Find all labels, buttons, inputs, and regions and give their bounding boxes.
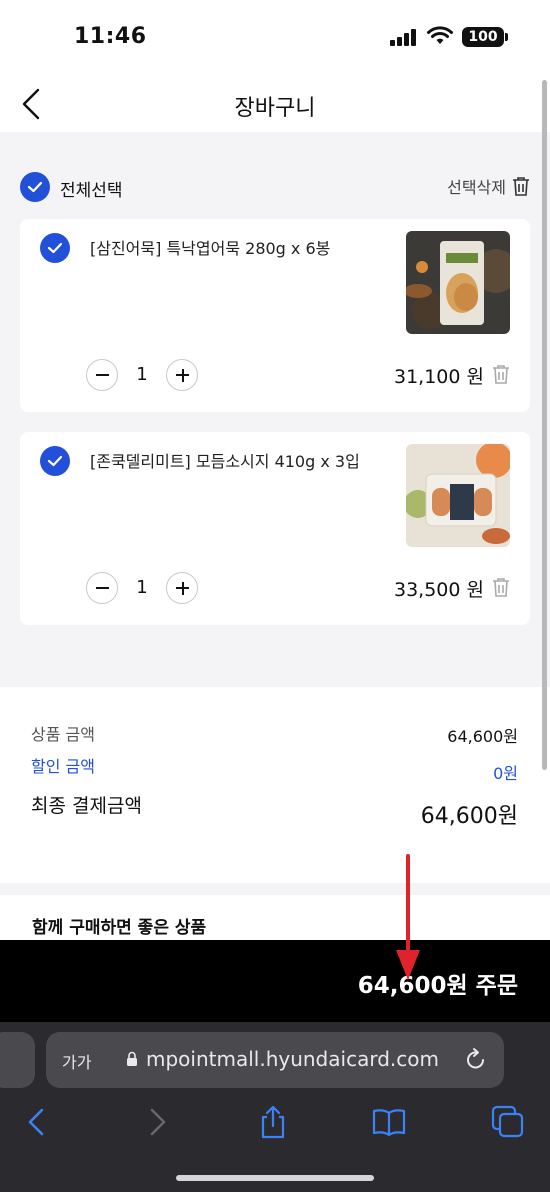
- select-all-row: 전체선택 선택삭제: [20, 170, 530, 204]
- price-summary: 상품 금액 64,600원 할인 금액 0원 최종 결제금액 64,600원: [0, 687, 550, 883]
- item-price: 31,100 원: [393, 366, 484, 388]
- browser-back-icon[interactable]: [20, 1104, 56, 1140]
- checkmark-icon: [47, 242, 63, 254]
- cart-item: [존쿡델리미트] 모듬소시지 410g x 3입 1 33,500 원: [20, 432, 530, 625]
- order-button[interactable]: 64,600원 주문: [0, 940, 550, 1022]
- item-delete-icon[interactable]: [492, 364, 510, 384]
- tabs-icon[interactable]: [490, 1104, 526, 1140]
- recommend-section: 함께 구매하면 좋은 상품: [0, 895, 550, 943]
- item-name: [존쿡델리미트] 모듬소시지 410g x 3입: [90, 452, 360, 471]
- item-delete-icon[interactable]: [492, 577, 510, 597]
- product-amount-label: 상품 금액: [31, 725, 95, 744]
- product-image[interactable]: [406, 231, 510, 334]
- address-bar[interactable]: 가가 mpointmall.hyundaicard.com: [46, 1032, 504, 1088]
- final-amount-value: 64,600원: [420, 804, 518, 829]
- item-name: [삼진어묵] 특낙엽어묵 280g x 6봉: [90, 239, 331, 258]
- select-all-checkbox[interactable]: [20, 172, 50, 202]
- quantity-value: 1: [136, 577, 148, 598]
- select-all-label: 전체선택: [60, 181, 123, 201]
- trash-icon: [513, 177, 529, 196]
- reader-settings-button[interactable]: 가가: [62, 1049, 91, 1073]
- quantity-value: 1: [136, 364, 148, 385]
- cellular-signal-icon: [390, 28, 420, 46]
- status-time: 11:46: [74, 24, 147, 49]
- order-button-label: 64,600원 주문: [357, 973, 518, 999]
- product-amount-value: 64,600원: [447, 727, 518, 746]
- share-icon[interactable]: [255, 1104, 291, 1140]
- home-indicator: [176, 1175, 374, 1181]
- discount-value: 0원: [493, 764, 518, 783]
- browser-toolbar: 가가 mpointmall.hyundaicard.com: [0, 1022, 550, 1192]
- status-bar: 11:46 100: [0, 0, 550, 76]
- page-title: 장바구니: [234, 96, 316, 121]
- bookmarks-icon[interactable]: [371, 1104, 407, 1140]
- quantity-increase-button[interactable]: [166, 572, 198, 604]
- checkmark-icon: [47, 455, 63, 467]
- url-text: mpointmall.hyundaicard.com: [146, 1047, 439, 1071]
- quantity-decrease-button[interactable]: [86, 572, 118, 604]
- previous-tab-preview[interactable]: [0, 1032, 35, 1088]
- cart-item: [삼진어묵] 특낙엽어묵 280g x 6봉 1 31,100 원: [20, 219, 530, 412]
- scrollbar[interactable]: [542, 80, 547, 770]
- final-amount-label: 최종 결제금액: [31, 795, 142, 817]
- item-checkbox[interactable]: [40, 446, 70, 476]
- item-checkbox[interactable]: [40, 233, 70, 263]
- lock-icon: [127, 1051, 137, 1066]
- quantity-increase-button[interactable]: [166, 359, 198, 391]
- product-image[interactable]: [406, 444, 510, 547]
- wifi-icon: [427, 26, 453, 44]
- page-header: 장바구니: [0, 76, 550, 132]
- reload-icon[interactable]: [464, 1047, 488, 1073]
- delete-selected-label: 선택삭제: [447, 178, 506, 197]
- quantity-decrease-button[interactable]: [86, 359, 118, 391]
- browser-forward-icon[interactable]: [138, 1104, 174, 1140]
- discount-label: 할인 금액: [31, 757, 95, 776]
- item-price: 33,500 원: [393, 579, 484, 601]
- checkmark-icon: [27, 181, 43, 193]
- recommend-title: 함께 구매하면 좋은 상품: [32, 918, 207, 938]
- battery-icon: 100: [462, 27, 508, 47]
- delete-selected-button[interactable]: 선택삭제: [447, 174, 530, 198]
